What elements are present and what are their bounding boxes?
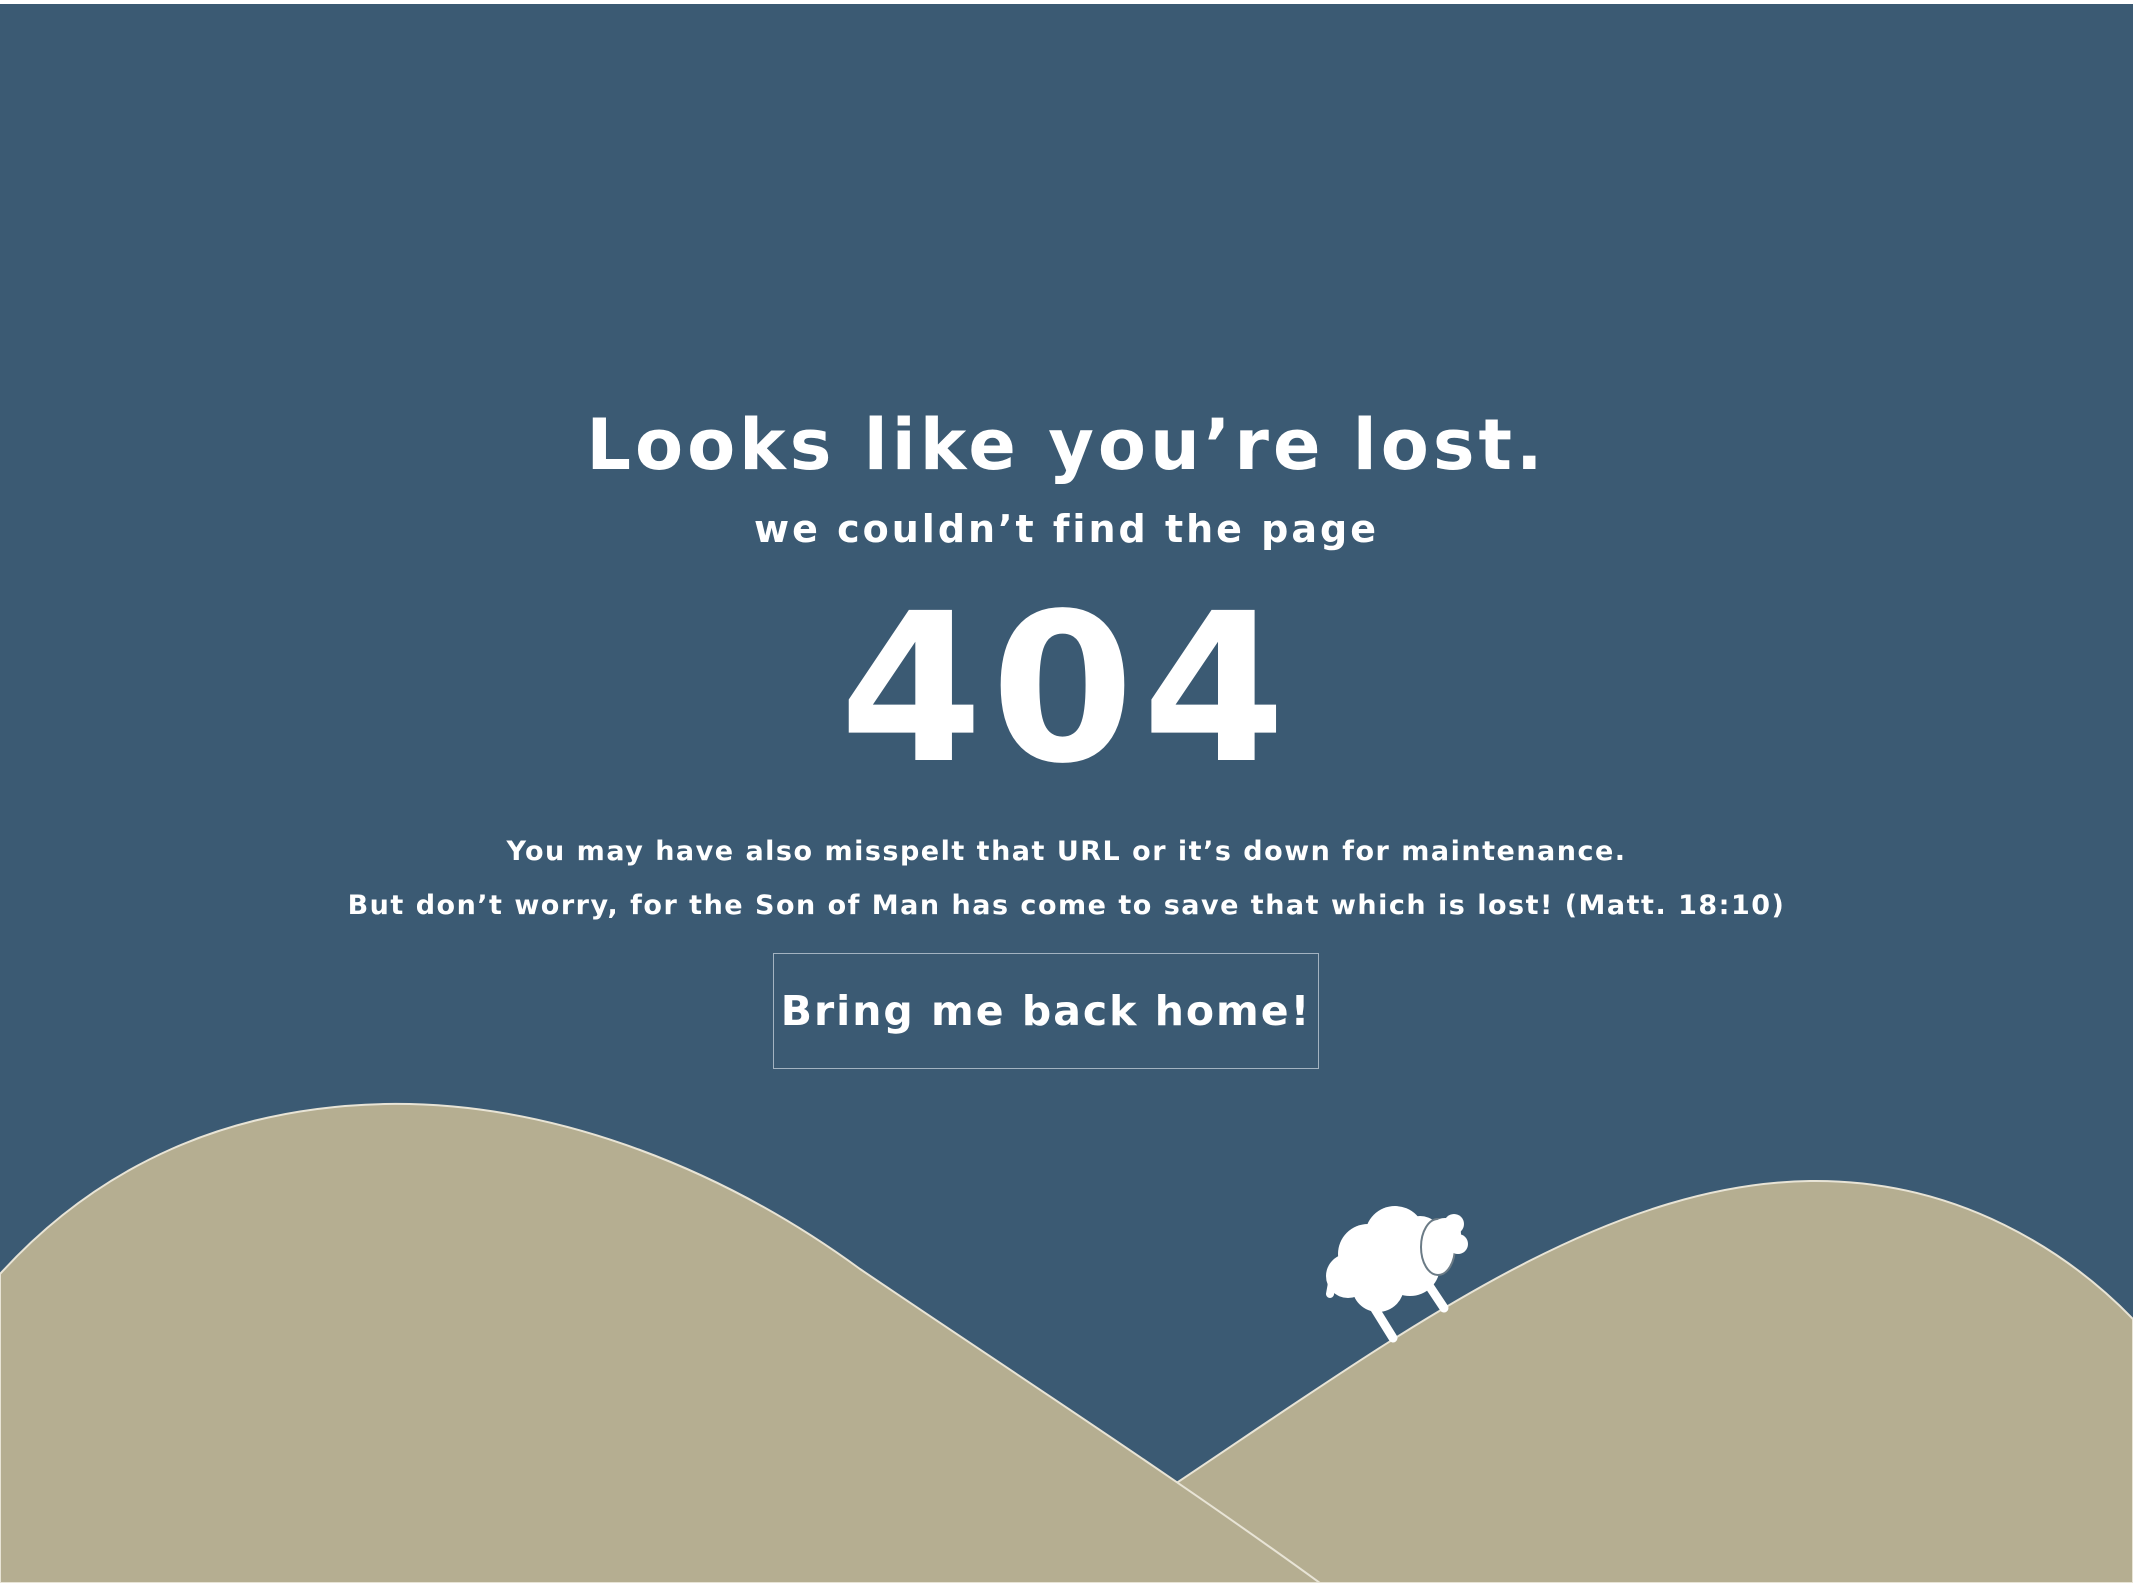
error-message-line1: You may have also misspelt that URL or i…	[506, 836, 1627, 867]
error-page: Looks like you’re lost. we couldn’t find…	[0, 4, 2133, 1583]
back-home-button[interactable]: Bring me back home!	[773, 953, 1319, 1069]
left-hill	[0, 1102, 1322, 1583]
page-title: Looks like you’re lost.	[586, 404, 1547, 486]
error-code: 404	[839, 569, 1294, 809]
error-message-line2: But don’t worry, for the Son of Man has …	[347, 890, 1786, 921]
right-hill	[1174, 1179, 2133, 1583]
page-subtitle: we couldn’t find the page	[754, 507, 1379, 551]
